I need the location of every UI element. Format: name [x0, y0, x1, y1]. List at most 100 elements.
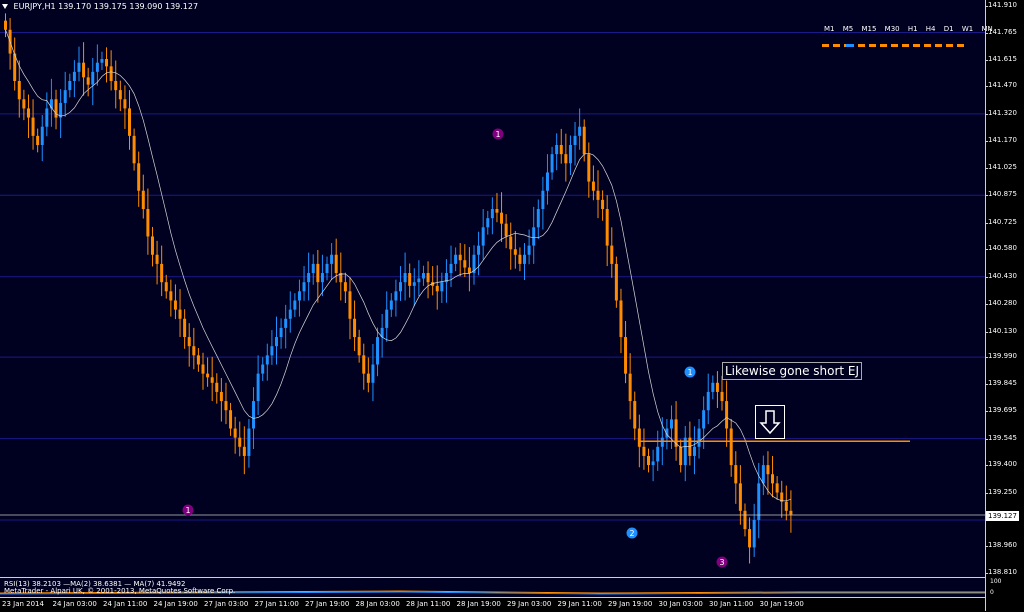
price-tick-label: 140.875 — [985, 190, 1017, 199]
candle-body — [343, 282, 347, 292]
candle-body — [160, 263, 164, 283]
candle-body — [748, 529, 752, 548]
candle-body — [17, 80, 21, 100]
price-chart-area[interactable]: 1 1 1 2 3 — [0, 0, 985, 577]
candle-body — [86, 77, 90, 85]
candle-body — [201, 364, 205, 374]
candle-body — [440, 282, 444, 292]
candle-body — [578, 126, 582, 136]
candle-body — [150, 236, 154, 255]
indicator-scale: 100 0 — [985, 577, 1024, 611]
candle-body — [449, 263, 453, 274]
moving-average-line — [5, 29, 792, 502]
candle-body — [72, 71, 76, 81]
candle-body — [734, 465, 738, 484]
candle-body — [660, 437, 664, 447]
price-tick-label: 141.170 — [985, 136, 1017, 145]
price-tick-label: 139.400 — [985, 460, 1017, 469]
price-tick-label: 140.430 — [985, 271, 1017, 280]
candle-body — [610, 245, 614, 264]
candle-body — [463, 260, 467, 268]
candle-body — [545, 172, 549, 191]
candle-body — [601, 199, 605, 210]
candle-body — [619, 300, 623, 338]
candle-body — [454, 254, 458, 264]
wave-marker-label: 1 — [495, 130, 500, 139]
candle-body — [697, 428, 701, 447]
tf-label: W1 — [961, 25, 974, 33]
candle-body — [582, 126, 586, 155]
candle-body — [316, 263, 320, 283]
candle-body — [523, 254, 527, 264]
rsi-indicator-window[interactable]: RSI(13) 38.2103 —MA(2) 38.6381 — MA(7) 4… — [0, 577, 985, 598]
candle-body — [210, 377, 214, 383]
candle-body — [426, 273, 430, 283]
candle-body — [417, 278, 421, 283]
candle-body — [518, 254, 522, 264]
price-tick-label: 140.580 — [985, 244, 1017, 253]
candle-body — [26, 108, 30, 118]
tf-label: M5 — [842, 25, 854, 33]
candle-body — [550, 154, 554, 173]
candle-body — [247, 428, 251, 456]
candle-body — [155, 254, 159, 264]
time-tick-label: 28 Jan 11:00 — [406, 600, 451, 608]
candle-body — [596, 190, 600, 200]
tf-label: H1 — [907, 25, 918, 33]
candle-body — [642, 446, 646, 456]
time-axis[interactable]: 23 Jan 2014 24 Jan 03:00 24 Jan 11:00 24 Ja… — [0, 597, 985, 612]
candle-body — [720, 391, 724, 402]
candle-body — [169, 291, 173, 301]
time-tick-label: 24 Jan 03:00 — [52, 600, 97, 608]
candle-body — [219, 391, 223, 402]
price-tick-label: 141.615 — [985, 54, 1017, 63]
price-tick-label: 139.695 — [985, 406, 1017, 415]
down-arrow-icon[interactable] — [755, 405, 785, 439]
candle-body — [348, 291, 352, 319]
candle-body — [362, 355, 366, 374]
candle-body — [412, 282, 416, 286]
candle-body — [591, 181, 595, 191]
price-tick-label: 141.910 — [985, 1, 1017, 9]
tf-label: D1 — [943, 25, 954, 33]
symbol-info: EURJPY,H1 139.170 139.175 139.090 139.12… — [2, 2, 198, 11]
candle-body — [183, 318, 187, 338]
time-tick-label: 27 Jan 03:00 — [204, 600, 249, 608]
candle-body — [68, 80, 72, 91]
candle-body — [196, 355, 200, 365]
candle-body — [252, 401, 256, 429]
candle-body — [242, 446, 246, 456]
candle-body — [284, 318, 288, 328]
candle-body — [766, 465, 770, 475]
candle-body — [371, 364, 375, 383]
candle-body — [192, 346, 196, 356]
candle-body — [320, 273, 324, 283]
dropdown-triangle-icon[interactable] — [2, 4, 8, 9]
trade-annotation[interactable]: Likewise gone short EJ — [722, 362, 863, 380]
time-tick-label: 24 Jan 11:00 — [103, 600, 148, 608]
price-axis[interactable]: 141.910 141.765 141.615 141.470 141.320 141.1… — [985, 0, 1024, 577]
time-tick-label: 29 Jan 19:00 — [608, 600, 653, 608]
symbol-info-text: EURJPY,H1 139.170 139.175 139.090 139.12… — [13, 2, 199, 11]
time-tick-label: 30 Jan 11:00 — [709, 600, 754, 608]
tf-label: M30 — [884, 25, 900, 33]
chart-window[interactable]: 1 1 1 2 3 EURJPY,H1 139.170 139.175 139.090 … — [0, 0, 1024, 611]
candle-body — [137, 163, 141, 191]
candle-body — [399, 282, 402, 292]
candle-body — [421, 273, 425, 279]
tf-label: M1 — [824, 25, 835, 33]
candle-body — [587, 154, 591, 182]
candle-body — [500, 212, 504, 224]
time-tick-label: 28 Jan 19:00 — [456, 600, 501, 608]
candle-body — [481, 227, 485, 246]
price-tick-label: 139.845 — [985, 378, 1017, 387]
time-tick-label: 29 Jan 03:00 — [507, 600, 552, 608]
candle-body — [715, 382, 719, 392]
price-tick-label: 139.250 — [985, 487, 1017, 496]
candle-body — [325, 263, 329, 274]
candle-body — [385, 309, 389, 328]
candle-body — [173, 300, 177, 310]
candle-body — [651, 461, 655, 466]
candle-body — [692, 446, 696, 456]
candle-body — [541, 190, 545, 210]
